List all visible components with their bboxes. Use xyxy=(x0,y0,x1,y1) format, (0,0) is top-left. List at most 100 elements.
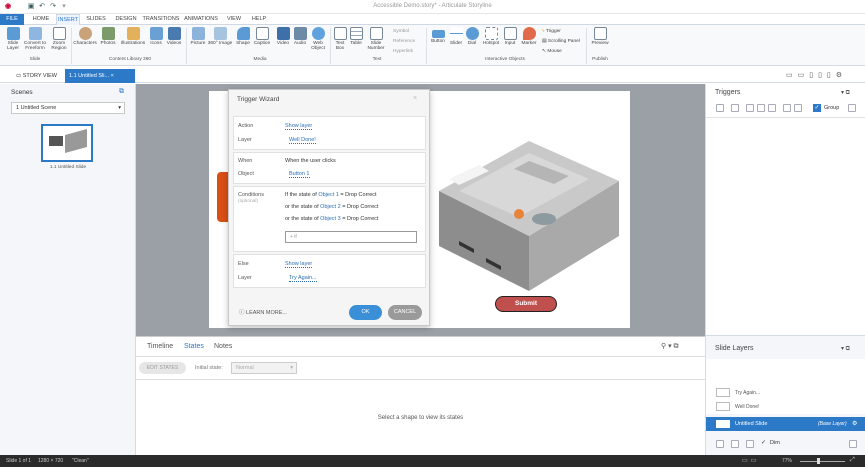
tab-notes[interactable]: Notes xyxy=(214,343,232,350)
group-checkbox[interactable]: ✓ xyxy=(813,104,821,112)
tab-timeline[interactable]: Timeline xyxy=(147,343,173,350)
paste-trigger-icon[interactable] xyxy=(757,104,765,112)
action-select[interactable]: Show layer xyxy=(285,123,313,130)
close-icon[interactable]: × xyxy=(413,95,417,102)
dial-button[interactable]: Dial xyxy=(464,27,480,46)
fit-to-window-icon[interactable]: ⤢ xyxy=(850,457,855,464)
slide-layers-panel: Slide Layers ▾ ⧉ Try Again... Well Done!… xyxy=(705,335,865,455)
condition-object-link[interactable]: Object 1 xyxy=(318,192,338,198)
shape-button[interactable]: Shape xyxy=(234,27,252,46)
console-image[interactable] xyxy=(429,121,619,296)
video-button[interactable]: Video xyxy=(275,27,291,46)
learn-more-link[interactable]: ⓘ LEARN MORE... xyxy=(239,308,287,316)
menu-file[interactable]: FILE xyxy=(0,14,24,25)
edit-trigger-icon[interactable] xyxy=(731,104,739,112)
maximize-icon[interactable]: ⧉ xyxy=(119,88,124,96)
web-object-button[interactable]: Web Object xyxy=(309,27,327,51)
condition-row[interactable]: or the state of Object 3 = Drop Correct xyxy=(285,216,378,222)
submit-button[interactable]: Submit xyxy=(495,296,557,312)
layer-options-icon[interactable] xyxy=(849,440,857,448)
menu-design[interactable]: DESIGN xyxy=(112,14,140,25)
scrolling-panel-button[interactable]: ▤ Scrolling Panel xyxy=(542,39,580,44)
new-trigger-icon[interactable] xyxy=(716,104,724,112)
trigger-list-icon[interactable] xyxy=(848,104,856,112)
slider-button[interactable]: Slider xyxy=(448,27,464,46)
marker-button[interactable]: Marker xyxy=(519,27,539,46)
layer-item[interactable]: Well Done! xyxy=(735,404,759,410)
menu-transitions[interactable]: TRANSITIONS xyxy=(142,14,180,25)
mouse-button[interactable]: ↖ Mouse xyxy=(542,49,562,54)
symbol-button[interactable]: Symbol xyxy=(393,29,409,34)
table-button[interactable]: Table xyxy=(348,27,364,46)
duplicate-layer-icon[interactable] xyxy=(731,440,739,448)
condition-row[interactable]: or the state of Object 2 = Drop Correct xyxy=(285,204,378,210)
menu-home[interactable]: HOME xyxy=(27,14,55,25)
characters-button[interactable]: Characters xyxy=(73,27,97,46)
panel-controls-icon[interactable]: ▾ ⧉ xyxy=(841,89,850,97)
close-tab-icon[interactable]: × xyxy=(111,73,114,79)
object-select[interactable]: Button 1 xyxy=(289,171,310,178)
condition-row[interactable]: If the state of Object 1 = Drop Correct xyxy=(285,192,377,198)
photos-button[interactable]: Photos xyxy=(99,27,117,46)
else-layer-select[interactable]: Try Again... xyxy=(289,275,317,282)
delete-trigger-icon[interactable] xyxy=(783,104,791,112)
edit-states-button[interactable]: EDIT STATES xyxy=(139,362,186,374)
ribbon-separator xyxy=(186,28,187,64)
trigger-button[interactable]: ϟ Trigger xyxy=(542,29,561,34)
panel-controls-icon[interactable]: ⚲ ▾ ⧉ xyxy=(661,342,679,351)
layer-select[interactable]: Well Done! xyxy=(289,137,316,144)
device-preview-icons[interactable]: ▭▭▯▯▯⚙ xyxy=(786,71,847,79)
dim-checkbox[interactable]: ✓ xyxy=(761,439,766,446)
slide-thumbnail[interactable] xyxy=(41,124,93,162)
button-button[interactable]: Button xyxy=(428,27,448,44)
convert-freeform-button[interactable]: Convert to Freeform xyxy=(23,27,47,51)
layer-settings-icon[interactable]: ⚙ xyxy=(852,420,857,427)
view-mode-icons[interactable]: ▭▭ xyxy=(742,457,759,464)
slide-layer-button[interactable]: Slide Layer xyxy=(3,27,23,51)
menu-view[interactable]: VIEW xyxy=(224,14,244,25)
tab-story-view[interactable]: ▭ STORY VIEW xyxy=(12,69,61,83)
scene-dropdown[interactable]: 1 Untitled Scene ▾ xyxy=(11,102,125,114)
delete-layer-icon[interactable] xyxy=(746,440,754,448)
tab-current-slide[interactable]: 1.1 Untitled Sli... × xyxy=(65,69,135,83)
initial-state-select[interactable]: Normal ▾ xyxy=(231,362,297,374)
move-trigger-icon[interactable] xyxy=(794,104,802,112)
zoom-region-button[interactable]: Zoom Region xyxy=(48,27,70,51)
menu-insert[interactable]: INSERT xyxy=(56,14,80,25)
menu-animations[interactable]: ANIMATIONS xyxy=(182,14,220,25)
picture-button[interactable]: Picture xyxy=(188,27,208,46)
tab-states[interactable]: States xyxy=(184,343,204,350)
copy-trigger-icon[interactable] xyxy=(746,104,754,112)
cut-trigger-icon[interactable] xyxy=(768,104,776,112)
zoom-slider[interactable] xyxy=(800,461,845,462)
condition-object-link[interactable]: Object 3 xyxy=(320,216,340,222)
illustrations-button[interactable]: Illustrations xyxy=(118,27,148,46)
panel-controls-icon[interactable]: ▾ ⧉ xyxy=(841,345,850,353)
ok-button[interactable]: OK xyxy=(349,305,382,320)
add-condition-input[interactable]: + if xyxy=(285,231,417,243)
when-select[interactable]: When the user clicks xyxy=(285,158,336,164)
condition-object-link[interactable]: Object 2 xyxy=(320,204,340,210)
image360-button[interactable]: 360° Image xyxy=(207,27,233,46)
icons-button[interactable]: Icons xyxy=(148,27,164,46)
else-action-select[interactable]: Show layer xyxy=(285,261,313,268)
group-label: Group xyxy=(824,105,840,111)
caption-button[interactable]: Caption xyxy=(252,27,272,46)
slide-number-button[interactable]: Slide Number xyxy=(366,27,386,51)
preview-button[interactable]: Preview xyxy=(590,27,610,46)
menu-slides[interactable]: SLIDES xyxy=(84,14,108,25)
layer-item[interactable]: Try Again... xyxy=(735,390,760,396)
videos-button[interactable]: Videos xyxy=(164,27,184,46)
cancel-button[interactable]: CANCEL xyxy=(388,305,422,320)
hyperlink-button[interactable]: Hyperlink xyxy=(393,49,413,54)
zoom-slider-thumb[interactable] xyxy=(817,458,820,464)
base-layer-row[interactable]: Untitled Slide (Base Layer) ⚙ xyxy=(706,417,865,431)
audio-button[interactable]: Audio xyxy=(291,27,309,46)
new-layer-icon[interactable] xyxy=(716,440,724,448)
zoom-level: 77% xyxy=(782,458,793,464)
menu-help[interactable]: HELP xyxy=(248,14,270,25)
input-button[interactable]: Input xyxy=(502,27,518,46)
reference-button[interactable]: Reference xyxy=(393,39,415,44)
hotspot-button[interactable]: Hotspot xyxy=(481,27,501,46)
text-box-button[interactable]: Text Box xyxy=(332,27,348,51)
